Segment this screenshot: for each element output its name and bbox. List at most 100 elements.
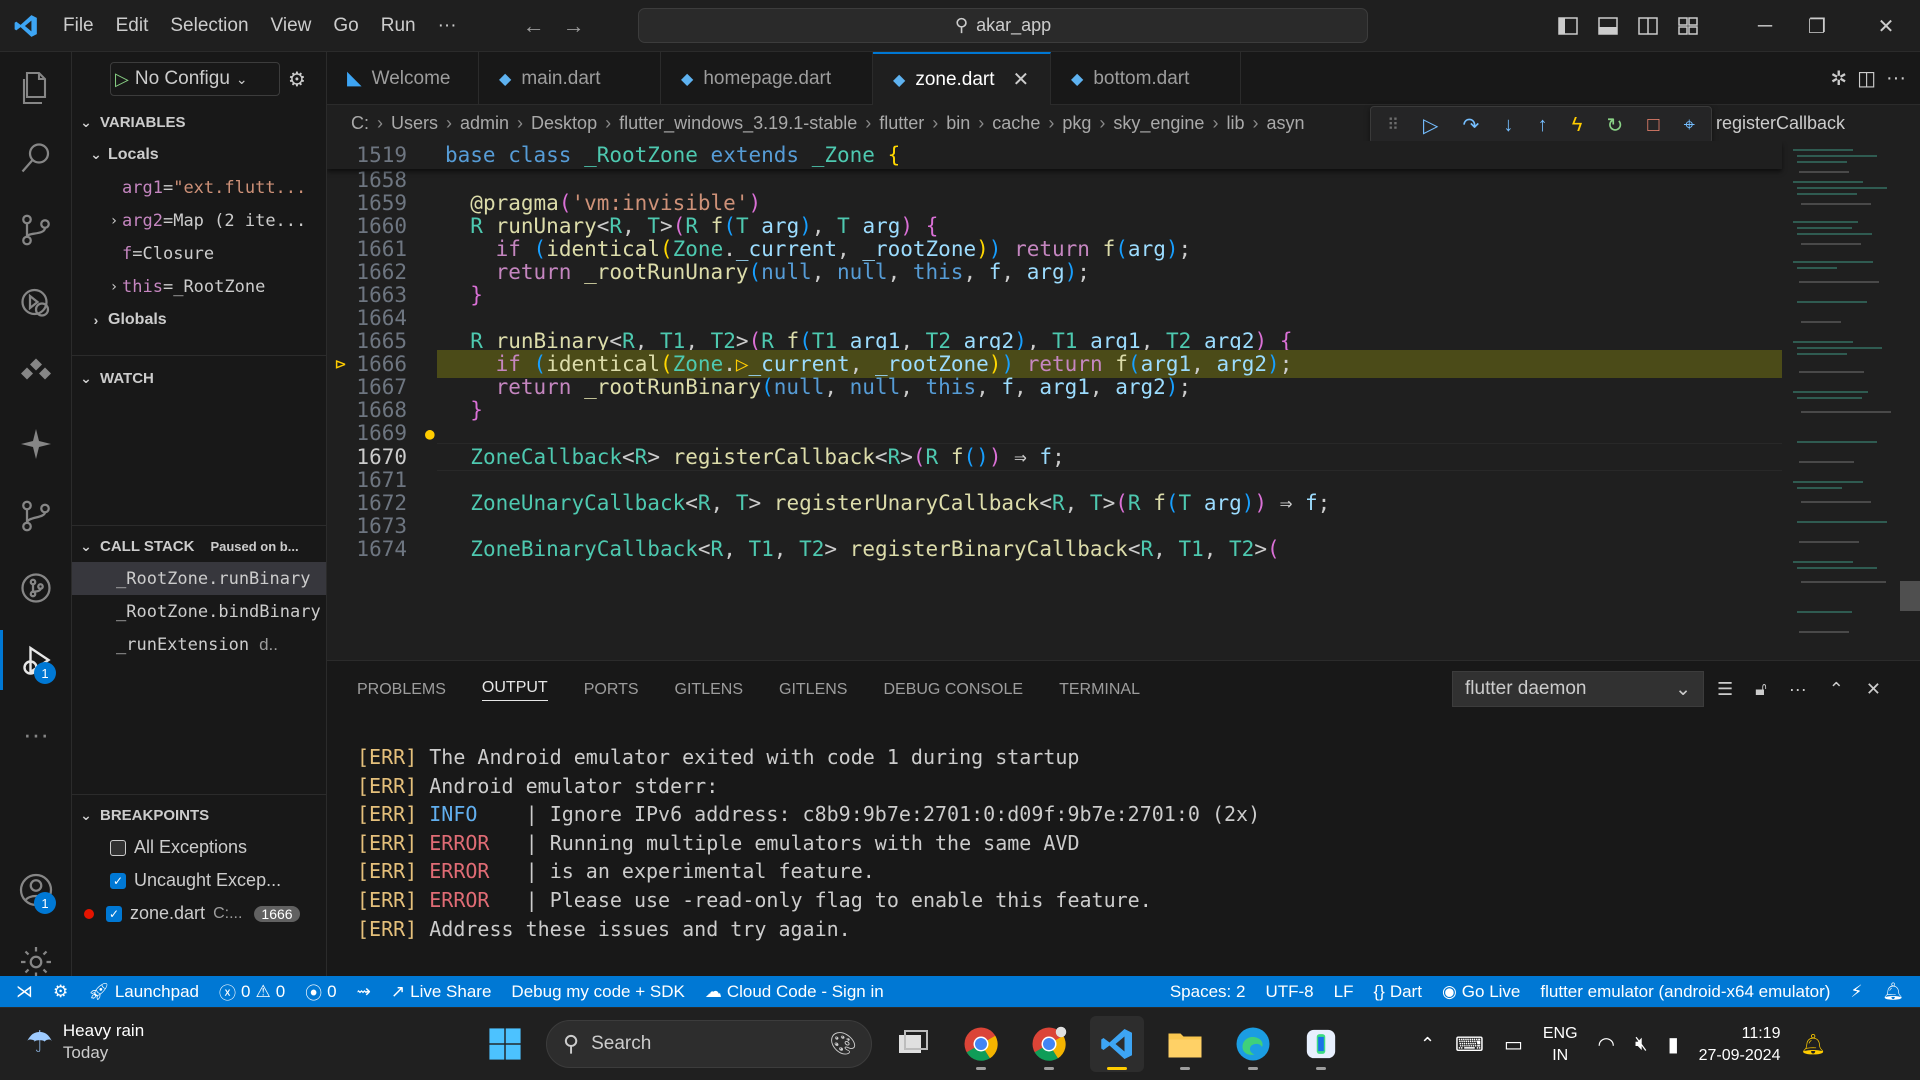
file-explorer-icon[interactable]	[1158, 1016, 1212, 1072]
tab-terminal[interactable]: TERMINAL	[1059, 681, 1140, 699]
paused-breakpoint-icon[interactable]: ⊳	[335, 354, 346, 375]
breadcrumb-item[interactable]: cache	[992, 113, 1040, 134]
task-view-icon[interactable]	[886, 1016, 940, 1072]
search-icon[interactable]	[0, 128, 72, 188]
menu-selection[interactable]: Selection	[159, 0, 259, 52]
menu-view[interactable]: View	[260, 0, 323, 52]
breadcrumb-item[interactable]: flutter	[879, 113, 924, 134]
copilot-icon[interactable]: ⚡︎	[1840, 976, 1872, 1007]
editor-scrollbar-thumb[interactable]	[1900, 581, 1920, 611]
clock[interactable]: 11:19 27-09-2024	[1699, 1023, 1781, 1067]
globals-scope[interactable]: › Globals	[72, 303, 326, 336]
output-channel-select[interactable]: flutter daemon ⌄	[1452, 671, 1704, 707]
checkbox[interactable]: ✓	[110, 872, 126, 889]
step-out-icon[interactable]: ↑	[1538, 114, 1548, 137]
remote-indicator-icon[interactable]: ⋊	[0, 976, 43, 1007]
tab-welcome[interactable]: ◣ Welcome	[327, 52, 479, 105]
more-actions-icon[interactable]: ···	[1886, 67, 1906, 90]
breakpoint-zone-dart[interactable]: ✓ zone.dart C:... 1666	[72, 897, 326, 930]
arrow-left-icon[interactable]: ←	[514, 13, 554, 39]
customize-layout-icon[interactable]	[1668, 0, 1708, 52]
chrome-profile-icon[interactable]	[1022, 1016, 1076, 1072]
toggle-primary-sidebar-icon[interactable]	[1548, 0, 1588, 52]
tab-gitlens[interactable]: GITLENS	[675, 681, 743, 699]
sticky-scroll-header[interactable]: 1519 base class _RootZone extends _Zone …	[327, 141, 1782, 169]
encoding-button[interactable]: UTF-8	[1255, 976, 1323, 1007]
widget-inspector-icon[interactable]: ⌖	[1684, 114, 1695, 137]
call-stack-frame[interactable]: _runExtension d..	[72, 628, 326, 661]
call-stack-frame[interactable]: _RootZone.bindBinary	[72, 595, 326, 628]
tab-main-dart[interactable]: ◆ main.dart	[479, 52, 661, 105]
display-icon[interactable]: ▭	[1504, 1032, 1523, 1057]
stop-icon[interactable]: □	[1647, 114, 1659, 137]
split-editor-icon[interactable]: ◫	[1857, 66, 1876, 91]
run-configuration-select[interactable]: ▷ No Configu ⌄	[110, 62, 280, 96]
run-debug-sidebar-icon[interactable]	[0, 272, 72, 332]
breakpoint-all-exceptions[interactable]: All Exceptions	[72, 831, 326, 864]
breadcrumb-item[interactable]: C:	[351, 113, 369, 134]
output-log[interactable]: [ERR] The Android emulator exited with c…	[357, 745, 1260, 945]
tab-gitlens-2[interactable]: GITLENS	[779, 681, 847, 699]
device-selector[interactable]: flutter emulator (android-x64 emulator)	[1530, 976, 1840, 1007]
speaker-muted-icon[interactable]: 🔇︎	[1635, 1033, 1648, 1056]
breadcrumb-item[interactable]: asyn	[1266, 113, 1304, 134]
clear-output-icon[interactable]: ☰	[1717, 679, 1733, 700]
breadcrumb-item[interactable]: Users	[391, 113, 438, 134]
start-windows-icon[interactable]	[478, 1016, 532, 1072]
chevron-up-icon[interactable]: ⌃	[1420, 1034, 1435, 1055]
go-live-button[interactable]: ◉ Go Live	[1432, 976, 1530, 1007]
edge-icon[interactable]	[1226, 1016, 1280, 1072]
android-studio-icon[interactable]	[1294, 1016, 1348, 1072]
launchpad-button[interactable]: 🚀︎ Launchpad	[78, 976, 209, 1007]
lock-scroll-icon[interactable]: 🔓︎	[1755, 679, 1767, 700]
gitlens-icon[interactable]	[0, 558, 72, 618]
notification-bell-icon[interactable]: 🔔︎	[1800, 1032, 1825, 1057]
live-share-button[interactable]: ↗ Live Share	[381, 976, 502, 1007]
debug-bug-icon[interactable]: ✲	[1830, 66, 1847, 91]
language-indicator[interactable]: ENG IN	[1543, 1023, 1578, 1067]
variable-row[interactable]: f = Closure	[72, 237, 326, 270]
tab-bottom-dart[interactable]: ◆ bottom.dart	[1051, 52, 1241, 105]
drag-handle-icon[interactable]: ⠿	[1387, 115, 1399, 135]
debug-status-icon[interactable]: ⚙	[43, 976, 78, 1007]
breadcrumb-symbol[interactable]: registerCallback	[1716, 105, 1845, 141]
continue-icon[interactable]: ▷	[1423, 113, 1438, 138]
weather-widget[interactable]: ☂ Heavy rain Today	[26, 1020, 144, 1064]
sparkle-icon[interactable]	[0, 414, 72, 474]
breakpoint-uncaught-exceptions[interactable]: ✓ Uncaught Excep...	[72, 864, 326, 897]
taskbar-search-input[interactable]: ⚲ Search 🎨︎	[546, 1020, 872, 1068]
menu-go[interactable]: Go	[322, 0, 369, 52]
hot-reload-icon[interactable]: ϟ	[1572, 114, 1583, 137]
tab-output[interactable]: OUTPUT	[481, 679, 548, 701]
maximize-panel-icon[interactable]: ⌃	[1829, 679, 1844, 700]
tab-ports[interactable]: PORTS	[584, 681, 639, 699]
breadcrumb-item[interactable]: admin	[460, 113, 509, 134]
checkbox[interactable]: ✓	[106, 905, 122, 922]
arrow-right-icon[interactable]: →	[554, 13, 594, 39]
indentation-button[interactable]: Spaces: 2	[1160, 976, 1256, 1007]
wifi-icon[interactable]: ◠	[1598, 1032, 1615, 1057]
accounts-icon[interactable]: 1	[0, 860, 72, 920]
ports-indicator[interactable]: ⦿ 0	[295, 976, 346, 1007]
call-stack-frame[interactable]: _RootZone.runBinary	[72, 562, 326, 595]
more-views-icon[interactable]: ···	[0, 704, 72, 764]
notifications-bell-icon[interactable]: 🔔︎	[1872, 976, 1920, 1007]
close-panel-icon[interactable]: ✕	[1866, 679, 1881, 700]
chrome-icon[interactable]	[954, 1016, 1008, 1072]
tab-zone-dart[interactable]: ◆ zone.dart ✕	[873, 52, 1051, 105]
source-control-icon[interactable]	[0, 200, 72, 260]
breadcrumb-item[interactable]: sky_engine	[1113, 113, 1204, 134]
git-branch-icon[interactable]	[0, 486, 72, 546]
close-icon[interactable]: ✕	[1013, 67, 1030, 92]
explorer-icon[interactable]	[0, 58, 72, 118]
debug-launch-icon[interactable]: ⇝	[347, 976, 381, 1007]
variable-row[interactable]: arg1 = "ext.flutt...	[72, 171, 326, 204]
step-into-icon[interactable]: ↓	[1503, 114, 1513, 137]
battery-icon[interactable]: ▮	[1668, 1032, 1679, 1057]
toggle-panel-icon[interactable]	[1588, 0, 1628, 52]
tab-debug-console[interactable]: DEBUG CONSOLE	[883, 681, 1023, 699]
toggle-secondary-sidebar-icon[interactable]	[1628, 0, 1668, 52]
menu-file[interactable]: File	[52, 0, 105, 52]
breadcrumb-item[interactable]: lib	[1226, 113, 1244, 134]
breadcrumb-item[interactable]: pkg	[1062, 113, 1091, 134]
